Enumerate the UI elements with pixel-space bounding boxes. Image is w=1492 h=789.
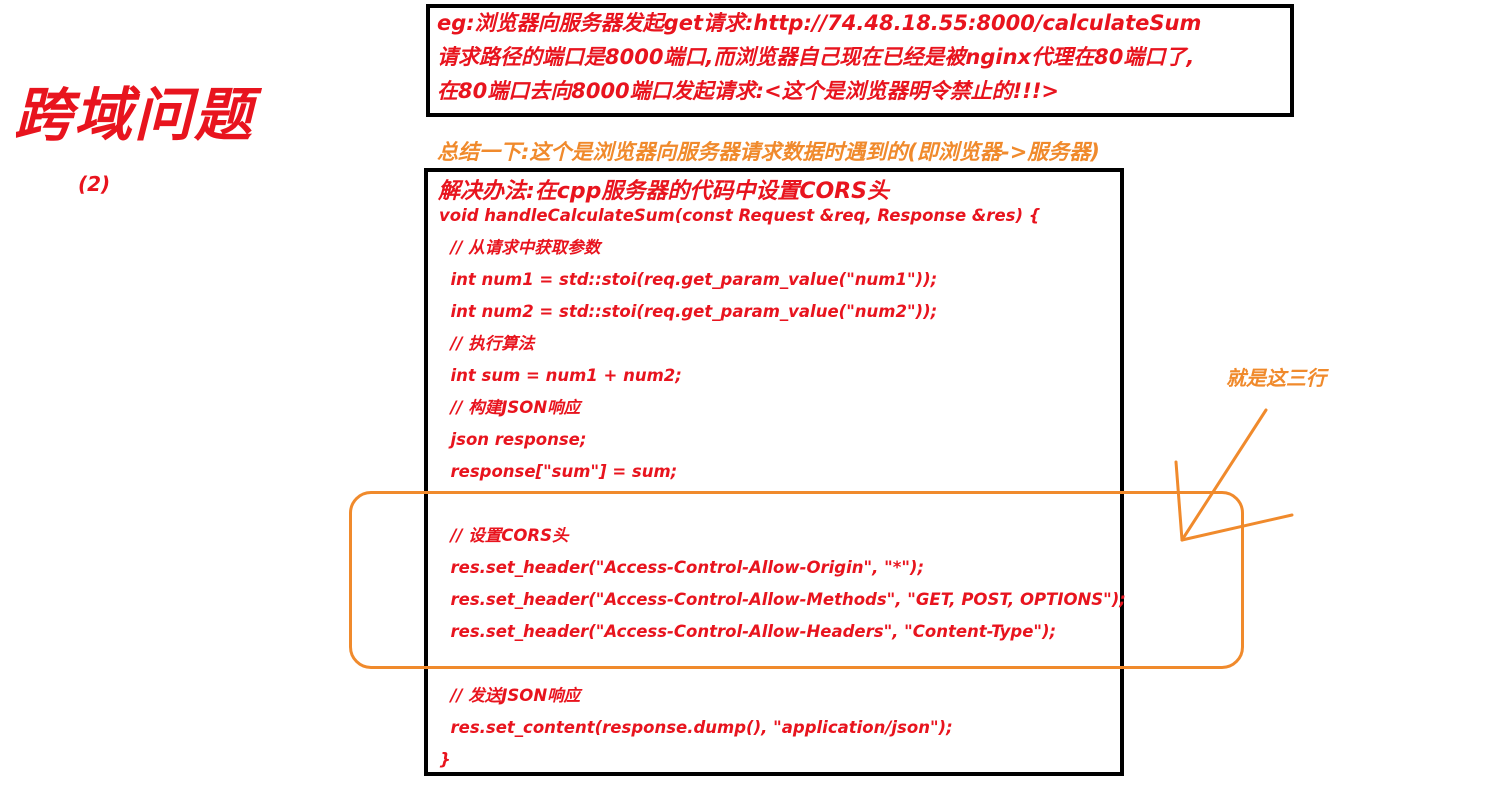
arrow-icon: [1174, 408, 1294, 542]
